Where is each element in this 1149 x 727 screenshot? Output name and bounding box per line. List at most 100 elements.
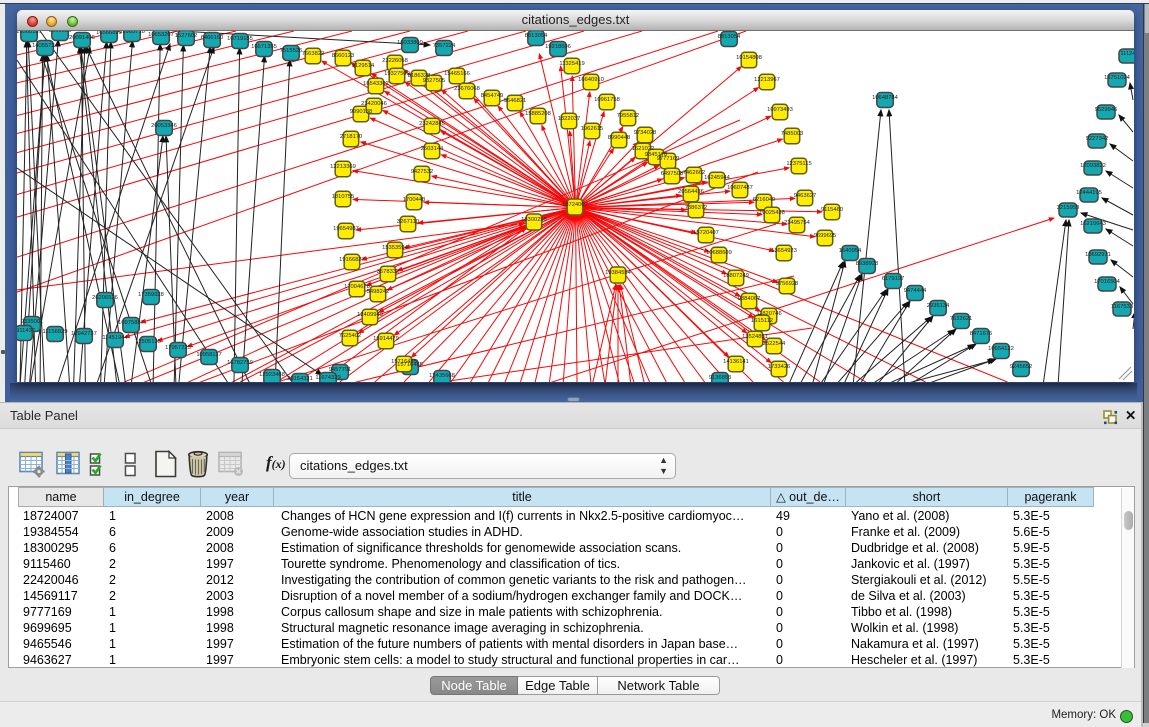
svg-text:8938923: 8938923 [856,261,879,267]
svg-text:20154321: 20154321 [287,376,313,382]
svg-text:10648784: 10648784 [872,95,899,101]
svg-text:10653267: 10653267 [148,32,174,38]
svg-text:19166827: 19166827 [339,257,365,263]
svg-text:10154808: 10154808 [736,55,762,61]
svg-text:15465166: 15465166 [444,71,470,77]
svg-text:19568187: 19568187 [17,31,42,35]
svg-text:8660123: 8660123 [332,53,355,59]
svg-text:9463627: 9463627 [794,193,817,199]
svg-text:15716485: 15716485 [391,359,417,365]
svg-text:6216049: 6216049 [753,197,776,203]
svg-text:14136141: 14136141 [723,359,749,365]
svg-text:6497508: 6497508 [661,171,684,177]
svg-text:2718170: 2718170 [340,134,363,140]
svg-text:10719185: 10719185 [227,36,253,42]
svg-text:9646821: 9646821 [504,98,527,104]
svg-text:8990448: 8990448 [608,135,631,141]
svg-text:19384554: 19384554 [605,270,632,276]
svg-text:16033809: 16033809 [397,40,423,46]
svg-text:1822037: 1822037 [558,116,581,122]
svg-text:16640910: 16640910 [578,77,604,83]
svg-text:9115460: 9115460 [821,207,843,213]
svg-text:10607487: 10607487 [727,185,753,191]
svg-text:20053346: 20053346 [151,123,177,129]
svg-text:8471676: 8471676 [970,331,993,337]
svg-text:16210643: 16210643 [1080,221,1106,227]
svg-text:1527602: 1527602 [175,33,198,39]
svg-text:18300295: 18300295 [521,217,547,223]
svg-text:3267110: 3267110 [397,219,419,225]
svg-text:17359928: 17359928 [138,292,164,298]
svg-text:13692971: 13692971 [1085,252,1111,258]
svg-text:9335001: 9335001 [21,319,44,325]
svg-text:1962615: 1962615 [581,126,604,132]
svg-text:2935134: 2935134 [927,303,950,309]
svg-text:1810755: 1810755 [332,194,355,200]
svg-text:9227342: 9227342 [1086,136,1109,142]
svg-text:23242845: 23242845 [419,121,445,127]
svg-text:23676068: 23676068 [454,86,480,92]
svg-text:17957225: 17957225 [165,345,191,351]
svg-text:14055724: 14055724 [32,43,59,49]
svg-text:9861036: 9861036 [49,31,72,34]
svg-text:1615112: 1615112 [751,318,773,324]
svg-text:1733426: 1733426 [768,364,791,370]
svg-text:11156829: 11156829 [43,329,68,335]
svg-text:9327505: 9327505 [423,78,446,84]
svg-text:9734028: 9734028 [634,130,657,136]
svg-text:7625402: 7625402 [339,333,362,339]
svg-text:19327509: 19327509 [384,71,410,77]
svg-text:23495754: 23495754 [784,220,811,226]
svg-text:9529946: 9529946 [1095,107,1118,113]
svg-text:12923468: 12923468 [259,372,285,378]
svg-text:15353594: 15353594 [382,245,409,251]
svg-text:10973493: 10973493 [767,107,793,113]
svg-text:11674329: 11674329 [315,375,340,381]
svg-text:19965718: 19965718 [119,31,145,35]
svg-text:2522544: 2522544 [763,341,786,347]
svg-text:9474444: 9474444 [904,288,927,294]
svg-text:10688609: 10688609 [706,250,732,256]
svg-text:3215958: 3215958 [1057,205,1080,211]
svg-text:3578332: 3578332 [377,269,400,275]
svg-text:11820746: 11820746 [756,311,781,317]
svg-text:9990138: 9990138 [350,109,373,115]
svg-text:16566899: 16566899 [96,31,122,36]
svg-text:9699695: 9699695 [814,233,837,239]
svg-text:12942737: 12942737 [71,331,97,337]
svg-text:7386372: 7386372 [685,205,708,211]
svg-text:11325419: 11325419 [559,61,584,67]
svg-text:23226058: 23226058 [382,58,408,64]
svg-text:15720407: 15720407 [693,230,719,236]
svg-text:26206526: 26206526 [92,295,118,301]
svg-text:9245652: 9245652 [1010,364,1033,370]
svg-text:15885208: 15885208 [525,111,551,117]
svg-text:5498242: 5498242 [367,289,390,295]
svg-text:8454749: 8454749 [481,93,504,99]
svg-text:12444195: 12444195 [1076,190,1102,196]
svg-text:16914479: 16914479 [373,336,399,342]
svg-text:15751024: 15751024 [1104,75,1131,81]
svg-text:11451944: 11451944 [102,335,128,341]
svg-text:9136853: 9136853 [709,375,732,381]
svg-text:16782759: 16782759 [227,360,253,366]
svg-text:12435668: 12435668 [429,373,455,379]
svg-text:12213967: 12213967 [754,77,780,83]
svg-text:10975887: 10975887 [118,320,144,326]
svg-text:16671355: 16671355 [251,44,277,50]
svg-text:2603144: 2603144 [421,146,444,152]
svg-text:10654122: 10654122 [988,346,1014,352]
svg-text:18807249: 18807249 [723,273,749,279]
svg-text:8813054: 8813054 [525,33,548,39]
svg-text:8813054: 8813054 [718,34,741,40]
svg-text:20091406: 20091406 [69,35,95,41]
svg-text:7515526: 7515526 [280,48,303,54]
svg-text:10961758: 10961758 [594,97,620,103]
svg-text:7663822: 7663822 [302,51,325,57]
svg-text:11124: 11124 [1120,51,1134,57]
svg-text:9129514: 9129514 [352,63,375,69]
svg-text:23420046: 23420046 [361,101,387,107]
svg-text:20564436: 20564436 [678,189,704,195]
svg-text:7955812: 7955812 [617,113,640,119]
svg-text:7462662: 7462662 [683,170,706,176]
